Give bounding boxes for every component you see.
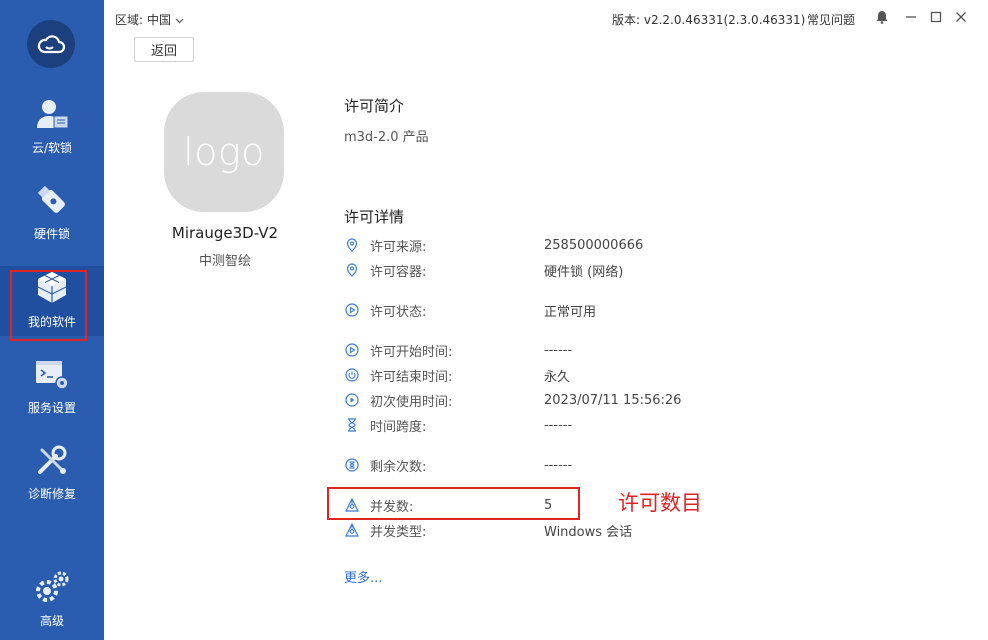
detail-row-first-use: 初次使用时间: 2023/07/11 15:56:26 (344, 391, 682, 410)
sidebar-item-service-settings[interactable]: 服务设置 (0, 352, 104, 422)
detail-value: Windows 会话 (544, 524, 633, 540)
minimize-icon[interactable] (903, 9, 919, 25)
hourglass-circle-icon (344, 457, 360, 473)
play-circle-icon (344, 342, 360, 358)
sidebar-item-advanced[interactable]: 高级 (0, 565, 104, 635)
detail-value: 2023/07/11 15:56:26 (544, 392, 682, 408)
detail-row-concurrency-type: 并发类型: Windows 会话 (344, 521, 633, 540)
sidebar-item-label: 硬件锁 (33, 227, 70, 241)
location-icon (344, 237, 360, 253)
detail-label: 许可容器: (370, 264, 427, 280)
detail-value: 258500000666 (544, 237, 644, 253)
network-icon (344, 522, 360, 538)
usb-key-icon (33, 181, 71, 219)
sidebar-item-cloud-lock[interactable]: 云/软锁 (0, 92, 104, 162)
detail-value: 正常可用 (544, 304, 597, 320)
detail-value: ------ (544, 457, 573, 473)
detail-value: ------ (544, 342, 573, 358)
detail-label: 许可来源: (370, 239, 427, 255)
detail-row-start-time: 许可开始时间: ------ (344, 341, 573, 360)
sidebar-item-hardware-lock[interactable]: 硬件锁 (0, 178, 104, 248)
sidebar-item-label: 诊断修复 (27, 487, 76, 501)
detail-row-status: 许可状态: 正常可用 (344, 301, 597, 320)
intro-description: m3d-2.0 产品 (344, 130, 429, 145)
detail-label: 时间跨度: (370, 419, 427, 435)
detail-row-end-time: 许可结束时间: 永久 (344, 366, 571, 385)
detail-row-remaining: 剩余次数: ------ (344, 456, 573, 475)
region-value: 中国 (147, 13, 172, 27)
sidebar: 云/软锁 硬件锁 我的软件 服务设置 诊断修复 高级 (0, 0, 104, 640)
gears-icon (33, 568, 71, 606)
concurrency-highlight-box (327, 487, 580, 520)
hourglass-icon (344, 417, 360, 433)
product-vendor: 中测智绘 (198, 254, 251, 269)
back-button[interactable]: 返回 (134, 37, 194, 62)
detail-value: ------ (544, 417, 573, 433)
user-icon (33, 95, 71, 133)
sidebar-item-label: 服务设置 (27, 401, 76, 415)
detail-value: 永久 (544, 369, 571, 385)
location-icon (344, 262, 360, 278)
product-name: Mirauge3D-V2 (171, 224, 279, 242)
highlight-box (10, 270, 87, 341)
play-circle-icon (344, 392, 360, 408)
detail-row-time-span: 时间跨度: ------ (344, 416, 573, 435)
detail-label: 并发类型: (370, 524, 427, 540)
terminal-gear-icon (33, 355, 71, 393)
region-selector[interactable]: 区域: 中国 (115, 11, 184, 28)
cloud-icon (27, 20, 75, 68)
detail-label: 许可状态: (370, 304, 427, 320)
sidebar-item-label: 云/软锁 (31, 141, 73, 155)
region-label: 区域: (115, 13, 144, 27)
annotation-text: 许可数目 (618, 491, 702, 515)
bell-icon[interactable] (874, 9, 890, 25)
detail-label: 许可结束时间: (370, 369, 453, 385)
power-icon (344, 367, 360, 383)
play-circle-icon (344, 302, 360, 318)
more-link[interactable]: 更多... (344, 567, 382, 586)
intro-title: 许可简介 (344, 97, 405, 115)
detail-row-source: 许可来源: 258500000666 (344, 236, 644, 255)
product-logo: logo (164, 92, 284, 212)
tools-icon (33, 441, 71, 479)
product-logo-text: logo (183, 130, 265, 174)
close-icon[interactable] (953, 9, 969, 25)
chevron-down-icon (175, 13, 184, 27)
detail-label: 剩余次数: (370, 459, 427, 475)
faq-link[interactable]: 常见问题 (807, 11, 855, 28)
detail-label: 许可开始时间: (370, 344, 453, 360)
details-title: 许可详情 (344, 208, 405, 226)
detail-row-container: 许可容器: 硬件锁 (网络) (344, 261, 624, 280)
topbar: 区域: 中国 版本: v2.2.0.46331(2.3.0.46331) 常见问… (104, 0, 988, 36)
version-label: 版本: v2.2.0.46331(2.3.0.46331) (612, 13, 806, 27)
sidebar-item-label: 高级 (39, 614, 64, 628)
maximize-icon[interactable] (928, 9, 944, 25)
sidebar-item-diagnose-repair[interactable]: 诊断修复 (0, 438, 104, 508)
detail-label: 初次使用时间: (370, 394, 453, 410)
detail-value: 硬件锁 (网络) (544, 264, 624, 280)
